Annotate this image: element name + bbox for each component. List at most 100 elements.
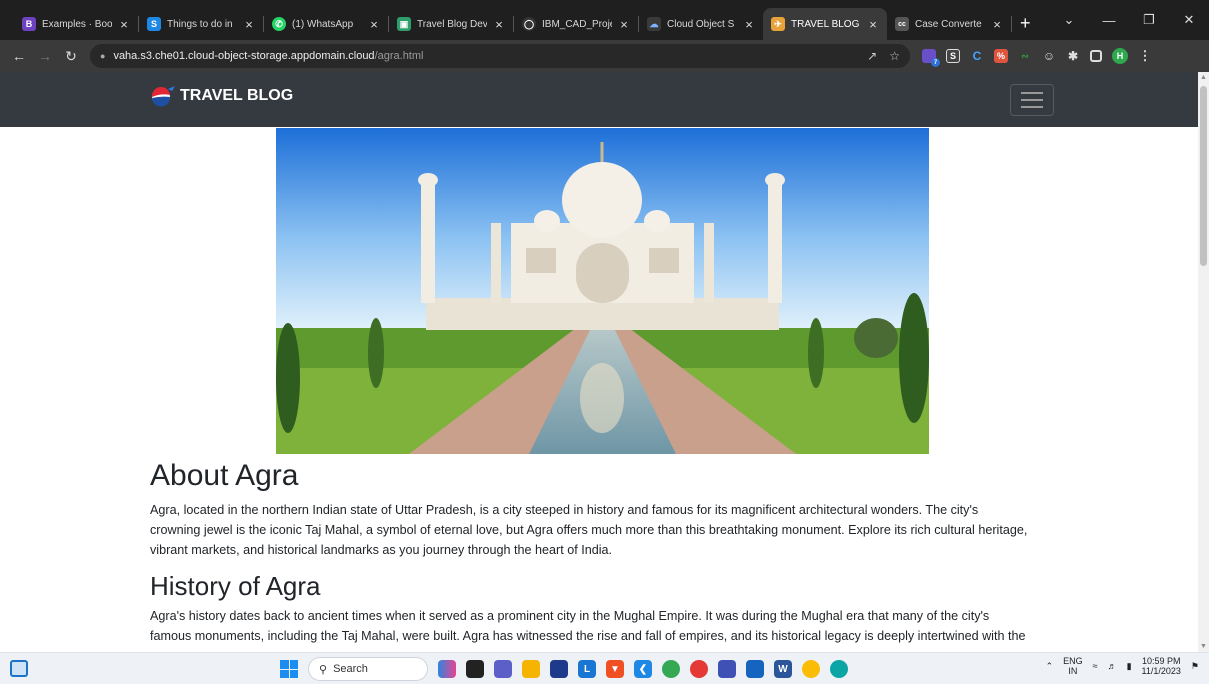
tab-3[interactable]: ▣ Travel Blog Dev × bbox=[389, 8, 513, 40]
tab-2[interactable]: ✆ (1) WhatsApp × bbox=[264, 8, 388, 40]
reload-icon[interactable]: ↻ bbox=[58, 48, 84, 65]
close-icon[interactable]: × bbox=[867, 17, 879, 32]
tab-title: Cloud Object S bbox=[667, 18, 735, 30]
brand-title: TRAVEL BLOG bbox=[180, 87, 294, 104]
browser-toolbar: ← → ↻ ● vaha.s3.che01.cloud-object-stora… bbox=[0, 40, 1209, 72]
web-page: TRAVEL BLOG About Agra Agra, located in … bbox=[0, 72, 1198, 652]
copilot-icon[interactable] bbox=[438, 660, 456, 678]
green-extension-icon[interactable]: ∾ bbox=[1018, 49, 1032, 63]
tab-4[interactable]: ◯ IBM_CAD_Proje × bbox=[514, 8, 638, 40]
search-label: Search bbox=[333, 663, 368, 675]
region-code: IN bbox=[1068, 666, 1078, 676]
close-window-icon[interactable]: ✕ bbox=[1169, 12, 1209, 28]
tab-search-icon[interactable]: ⌄ bbox=[1049, 12, 1089, 28]
profile-avatar[interactable]: H bbox=[1112, 48, 1128, 64]
close-icon[interactable]: × bbox=[243, 17, 255, 32]
menu-kebab-icon[interactable]: ⋮ bbox=[1138, 48, 1152, 63]
tab-title: Travel Blog Dev bbox=[417, 18, 487, 30]
vscode-icon[interactable]: ❮ bbox=[634, 660, 652, 678]
word-icon[interactable]: W bbox=[774, 660, 792, 678]
extensions-area: 7 S C % ∾ ☺ ✱ H ⋮ bbox=[922, 48, 1152, 67]
close-icon[interactable]: × bbox=[493, 17, 505, 32]
close-icon[interactable]: × bbox=[618, 17, 630, 32]
restore-icon[interactable]: ❐ bbox=[1129, 12, 1169, 28]
site-navbar: TRAVEL BLOG bbox=[0, 72, 1198, 127]
system-tray: ⌃ ENG IN ≈ ♬ ▮ 10:59 PM 11/1/2023 ⚑ bbox=[1046, 656, 1199, 676]
url-host: vaha.s3.che01.cloud-object-storage.appdo… bbox=[113, 50, 375, 62]
lang-code: ENG bbox=[1063, 656, 1083, 666]
whatsapp-icon: ✆ bbox=[272, 17, 286, 31]
task-view-icon[interactable] bbox=[466, 660, 484, 678]
tab-title: TRAVEL BLOG bbox=[791, 18, 860, 30]
chrome-icon[interactable] bbox=[662, 660, 680, 678]
scroll-down-arrow-icon[interactable]: ▼ bbox=[1200, 643, 1207, 650]
time-text: 10:59 PM bbox=[1141, 656, 1181, 666]
history-paragraph: Agra's history dates back to ancient tim… bbox=[150, 609, 1026, 643]
virtualbox-icon[interactable] bbox=[746, 660, 764, 678]
page-scrollbar[interactable]: ▲ ▼ bbox=[1198, 72, 1209, 652]
extension-icon[interactable]: 7 bbox=[922, 49, 940, 67]
scroll-up-arrow-icon[interactable]: ▲ bbox=[1200, 74, 1207, 81]
store-icon[interactable] bbox=[550, 660, 568, 678]
volume-icon[interactable]: ♬ bbox=[1108, 661, 1117, 671]
clock[interactable]: 10:59 PM 11/1/2023 bbox=[1142, 656, 1181, 676]
teams-chat-icon[interactable] bbox=[494, 660, 512, 678]
navbar-toggler-button[interactable] bbox=[1010, 84, 1054, 116]
cloud-icon: ☁ bbox=[647, 17, 661, 31]
wifi-icon[interactable]: ≈ bbox=[1093, 661, 1098, 671]
about-paragraph: Agra, located in the northern Indian sta… bbox=[150, 503, 1028, 557]
window-controls: ⌄ — ❐ ✕ bbox=[1049, 0, 1209, 40]
battery-icon[interactable]: ▮ bbox=[1127, 661, 1132, 672]
bookmark-star-icon[interactable]: ☆ bbox=[889, 49, 900, 63]
about-heading: About Agra bbox=[150, 459, 299, 492]
notepad-icon[interactable] bbox=[718, 660, 736, 678]
chrome-canary-icon[interactable] bbox=[802, 660, 820, 678]
s-extension-icon[interactable]: S bbox=[946, 49, 960, 63]
tab-title: IBM_CAD_Proje bbox=[542, 18, 612, 30]
new-tab-button[interactable]: + bbox=[1020, 13, 1031, 34]
language-indicator[interactable]: ENG IN bbox=[1063, 656, 1083, 676]
brave-icon[interactable]: ▼ bbox=[606, 660, 624, 678]
brand-link[interactable]: TRAVEL BLOG bbox=[150, 85, 293, 107]
tab-7[interactable]: cc Case Converte × bbox=[887, 8, 1011, 40]
close-icon[interactable]: × bbox=[991, 17, 1003, 32]
tab-0[interactable]: B Examples · Boo × bbox=[14, 8, 138, 40]
tab-1[interactable]: S Things to do in × bbox=[139, 8, 263, 40]
l-app-icon[interactable]: L bbox=[578, 660, 596, 678]
close-icon[interactable]: × bbox=[743, 17, 755, 32]
sidepanel-icon[interactable] bbox=[1090, 50, 1102, 62]
tab-6-active[interactable]: ✈ TRAVEL BLOG × bbox=[763, 8, 887, 40]
url-path: /agra.html bbox=[374, 50, 424, 62]
case-icon: cc bbox=[895, 17, 909, 31]
puzzle-icon[interactable]: ✱ bbox=[1066, 49, 1080, 63]
scrollbar-thumb[interactable] bbox=[1200, 86, 1207, 266]
notification-icon[interactable]: ⚑ bbox=[1191, 661, 1199, 672]
travel-icon: ✈ bbox=[771, 17, 785, 31]
address-bar[interactable]: ● vaha.s3.che01.cloud-object-storage.app… bbox=[90, 44, 910, 68]
tab-5[interactable]: ☁ Cloud Object S × bbox=[639, 8, 763, 40]
start-icon[interactable] bbox=[280, 660, 298, 678]
lock-icon: ● bbox=[100, 51, 106, 61]
widgets-icon[interactable] bbox=[10, 660, 28, 677]
file-explorer-icon[interactable] bbox=[522, 660, 540, 678]
percent-extension-icon[interactable]: % bbox=[994, 49, 1008, 63]
tab-title: Things to do in bbox=[167, 18, 233, 30]
share-icon[interactable]: ↗ bbox=[867, 49, 877, 63]
forward-icon[interactable]: → bbox=[32, 48, 58, 64]
minimize-icon[interactable]: — bbox=[1089, 13, 1129, 28]
taj-mahal-image bbox=[276, 128, 929, 454]
hamburger-icon bbox=[1021, 92, 1043, 94]
red-app-icon[interactable] bbox=[690, 660, 708, 678]
s-icon: S bbox=[147, 17, 161, 31]
c-extension-icon[interactable]: C bbox=[970, 49, 984, 63]
date-text: 11/1/2023 bbox=[1141, 666, 1181, 676]
close-icon[interactable]: × bbox=[118, 17, 130, 32]
bootstrap-icon: B bbox=[22, 17, 36, 31]
emoji-extension-icon[interactable]: ☺ bbox=[1042, 49, 1056, 63]
back-icon[interactable]: ← bbox=[6, 48, 32, 64]
close-icon[interactable]: × bbox=[368, 17, 380, 32]
edge-icon[interactable] bbox=[830, 660, 848, 678]
chevron-up-icon[interactable]: ⌃ bbox=[1046, 661, 1054, 672]
taskbar-search[interactable]: ⚲ Search bbox=[308, 657, 428, 681]
tab-title: (1) WhatsApp bbox=[292, 18, 354, 30]
